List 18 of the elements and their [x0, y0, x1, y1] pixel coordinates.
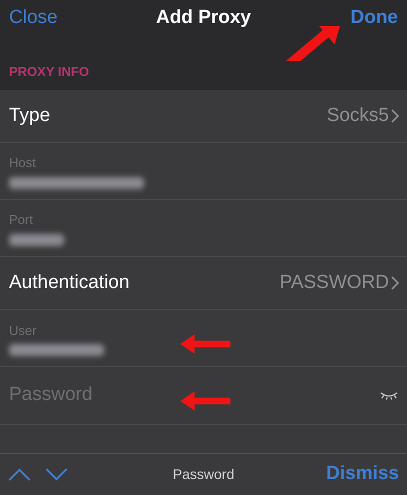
down-chevron-icon[interactable] [45, 468, 68, 481]
up-chevron-icon[interactable] [8, 468, 31, 481]
redacted-value[interactable] [9, 176, 144, 189]
section-header: PROXY INFO [9, 62, 89, 80]
chevron-icon [391, 109, 399, 124]
dismiss-button[interactable]: Dismiss [326, 460, 399, 489]
value-picker[interactable]: PASSWORD [280, 269, 399, 298]
closed-eye-icon[interactable] [379, 390, 399, 400]
row-label: Authentication [9, 271, 130, 296]
done-button[interactable]: Done [350, 4, 398, 32]
redacted-value[interactable] [9, 344, 104, 356]
window-title: Add Proxy [156, 6, 252, 30]
redacted-value[interactable] [9, 234, 64, 246]
row-label: Type [9, 104, 50, 128]
chevron-icon [391, 276, 399, 290]
close-button[interactable]: Close [9, 4, 58, 32]
value-picker[interactable]: Socks5 [326, 102, 399, 130]
field-name: Password [172, 465, 234, 484]
